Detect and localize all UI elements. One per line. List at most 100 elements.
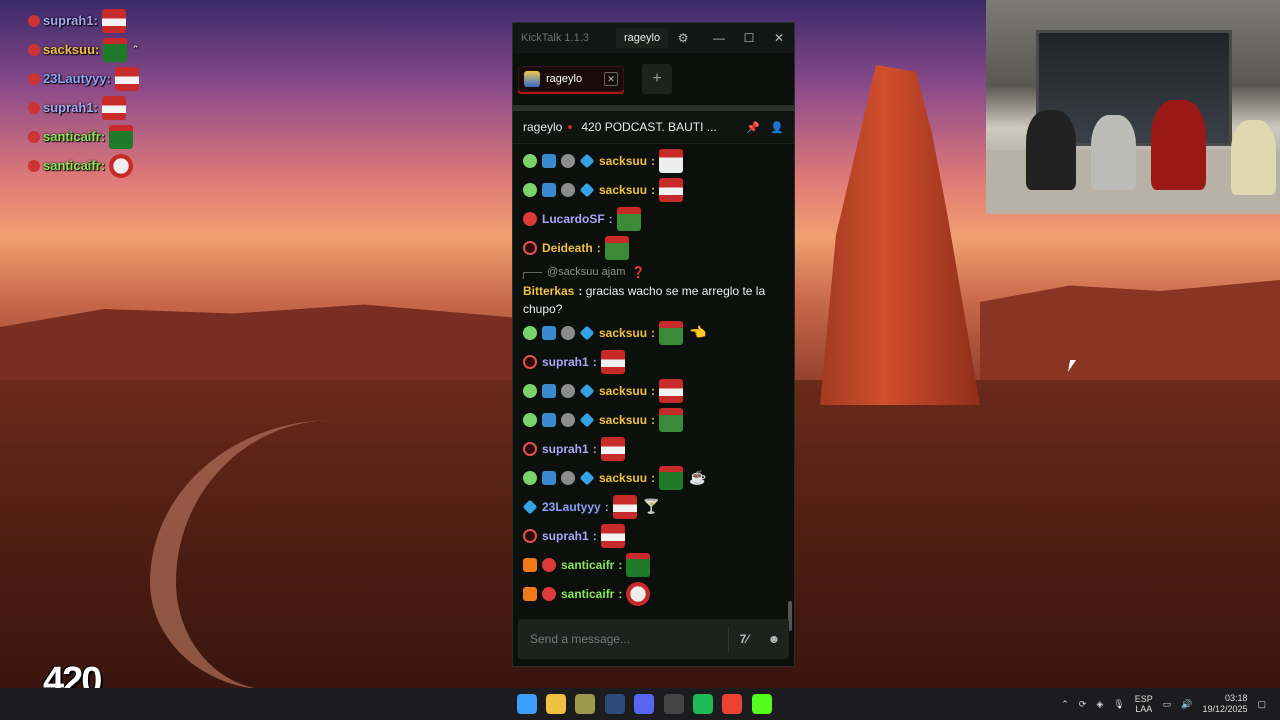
emote-icon[interactable] xyxy=(600,349,625,374)
emote-icon[interactable] xyxy=(659,465,684,490)
badge-icon[interactable] xyxy=(542,470,556,485)
chat-message[interactable]: suprah1: xyxy=(523,521,788,550)
emote-icon[interactable] xyxy=(616,206,641,231)
chat-message[interactable]: 23Lautyyy: 🍸 xyxy=(522,492,788,521)
emote-icon[interactable] xyxy=(659,378,684,403)
username[interactable]: sacksuu xyxy=(599,471,647,485)
close-button[interactable]: ✕ xyxy=(764,31,794,45)
emote-icon[interactable] xyxy=(626,552,651,577)
kick-emote-icon[interactable]: ☻ xyxy=(759,632,789,646)
badge-icon[interactable] xyxy=(523,383,537,398)
badge-icon[interactable] xyxy=(542,182,556,197)
chat-message[interactable]: sacksuu: 👈 xyxy=(523,318,788,347)
chat-message[interactable]: LucardoSF: xyxy=(523,204,788,233)
badge-icon[interactable] xyxy=(542,153,556,168)
chat-message[interactable]: santicaifr: xyxy=(523,579,788,608)
badge-icon[interactable] xyxy=(561,470,575,485)
badge-icon[interactable] xyxy=(542,557,556,572)
maximize-button[interactable]: ☐ xyxy=(734,31,764,45)
discord-icon[interactable] xyxy=(634,694,655,714)
obs-icon[interactable] xyxy=(663,694,684,714)
pin-icon[interactable]: 📌 xyxy=(746,122,760,134)
chat-message[interactable]: sacksuu: ☕ xyxy=(523,463,788,492)
username[interactable]: sacksuu xyxy=(599,326,647,340)
windows-start-icon[interactable] xyxy=(516,694,537,714)
security-icon[interactable]: ◈ xyxy=(1096,699,1103,710)
badge-icon[interactable] xyxy=(523,354,537,369)
badge-icon[interactable] xyxy=(523,586,537,601)
clock[interactable]: 03:18 19/12/2025 xyxy=(1202,693,1247,715)
emote-icon[interactable] xyxy=(626,581,651,606)
badge-icon[interactable] xyxy=(579,325,595,340)
app-icon[interactable] xyxy=(575,694,596,714)
badge-icon[interactable] xyxy=(579,182,595,197)
emote-icon[interactable]: 👈 xyxy=(689,324,706,341)
emote-icon[interactable] xyxy=(600,436,625,461)
network-icon[interactable]: ▭ xyxy=(1163,699,1172,710)
badge-icon[interactable] xyxy=(523,412,537,427)
badge-icon[interactable] xyxy=(561,412,575,427)
message-input[interactable] xyxy=(518,631,728,647)
chat-message[interactable]: sacksuu: xyxy=(523,146,788,175)
chat-messages[interactable]: sacksuu: sacksuu: LucardoSF: Deideath: @sac… xyxy=(513,146,788,616)
emote-icon[interactable] xyxy=(659,148,684,173)
username[interactable]: Deideath xyxy=(542,241,593,255)
chat-message[interactable]: Bitterkas: gracias wacho se me arreglo t… xyxy=(523,282,788,318)
file-explorer-icon[interactable] xyxy=(546,694,567,714)
emote-icon[interactable]: 🍸 xyxy=(643,498,660,515)
chat-message[interactable]: santicaifr: xyxy=(523,550,788,579)
username[interactable]: suprah1 xyxy=(542,529,589,543)
chrome-icon[interactable] xyxy=(722,694,743,714)
username[interactable]: suprah1 xyxy=(542,442,589,456)
badge-icon[interactable] xyxy=(561,182,575,197)
emote-icon[interactable] xyxy=(604,235,629,260)
emote-icon[interactable] xyxy=(612,494,637,519)
badge-icon[interactable] xyxy=(579,470,595,485)
badge-icon[interactable] xyxy=(523,441,537,456)
badge-icon[interactable] xyxy=(561,153,575,168)
badge-icon[interactable] xyxy=(542,383,556,398)
badge-icon[interactable] xyxy=(542,412,556,427)
add-tab-button[interactable]: + xyxy=(642,64,672,94)
username[interactable]: Bitterkas xyxy=(523,284,574,298)
language-indicator[interactable]: ESP LAA xyxy=(1135,694,1153,714)
volume-icon[interactable]: 🔊 xyxy=(1181,699,1192,710)
badge-icon[interactable] xyxy=(523,240,537,255)
channel-name[interactable]: rageylo xyxy=(523,120,562,134)
badge-icon[interactable] xyxy=(542,586,556,601)
spotify-icon[interactable] xyxy=(692,694,713,714)
chat-message[interactable]: suprah1: xyxy=(523,434,788,463)
minimize-button[interactable]: — xyxy=(704,31,734,45)
badge-icon[interactable] xyxy=(561,383,575,398)
sync-icon[interactable]: ⟳ xyxy=(1079,699,1087,710)
username[interactable]: sacksuu xyxy=(599,413,647,427)
chevron-up-icon[interactable]: ⌃ xyxy=(1061,699,1069,710)
username[interactable]: sacksuu xyxy=(599,154,647,168)
badge-icon[interactable] xyxy=(561,325,575,340)
notification-icon[interactable]: ▢ xyxy=(1257,699,1266,710)
badge-icon[interactable] xyxy=(523,470,537,485)
username[interactable]: santicaifr xyxy=(561,558,614,572)
user-icon[interactable]: 👤 xyxy=(770,122,784,134)
emote-icon[interactable] xyxy=(659,407,684,432)
kick-icon[interactable] xyxy=(751,694,772,714)
username[interactable]: 23Lautyyy xyxy=(542,500,601,514)
badge-icon[interactable] xyxy=(523,211,537,226)
chat-message[interactable]: sacksuu: xyxy=(523,405,788,434)
badge-icon[interactable] xyxy=(579,412,595,427)
badge-icon[interactable] xyxy=(523,182,537,197)
microphone-icon[interactable]: 🎙 xyxy=(1113,699,1124,710)
badge-icon[interactable] xyxy=(542,325,556,340)
tab-close-icon[interactable]: ✕ xyxy=(604,72,618,86)
username[interactable]: suprah1 xyxy=(542,355,589,369)
chat-message[interactable]: sacksuu: xyxy=(523,175,788,204)
chat-message[interactable]: suprah1: xyxy=(523,347,788,376)
7tv-emote-button[interactable]: 7⁄ xyxy=(729,632,759,646)
chat-message[interactable]: sacksuu: xyxy=(523,376,788,405)
emote-icon[interactable] xyxy=(659,177,684,202)
badge-icon[interactable] xyxy=(522,499,538,514)
badge-icon[interactable] xyxy=(523,153,537,168)
badge-icon[interactable] xyxy=(523,325,537,340)
gear-icon[interactable]: ⚙ xyxy=(672,31,694,45)
username[interactable]: santicaifr xyxy=(561,587,614,601)
